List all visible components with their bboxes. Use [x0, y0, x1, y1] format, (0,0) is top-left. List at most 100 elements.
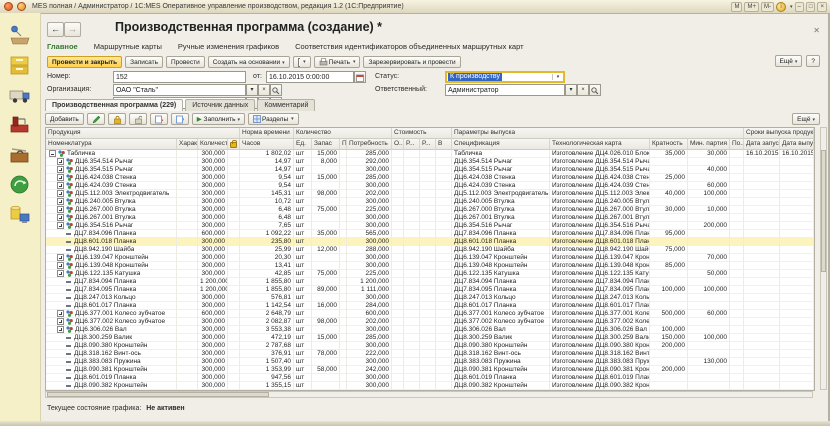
cell-characteristic[interactable] — [177, 294, 198, 302]
cell-hours[interactable]: 472,19 — [240, 334, 294, 342]
cell-hours[interactable]: 20,30 — [240, 254, 294, 262]
cell-p[interactable] — [340, 270, 347, 278]
cell-tech-card[interactable]: Изготовление ДЦ8.601.017 Планка — [550, 302, 650, 310]
grid-row[interactable]: ДЦ6.139.048 Кронштейн300,00013,41шт300,0… — [46, 262, 814, 270]
cell-unit[interactable]: шт — [294, 350, 312, 358]
cell-lock[interactable] — [228, 270, 240, 278]
cell-min-batch[interactable] — [688, 374, 730, 382]
cell-characteristic[interactable] — [177, 198, 198, 206]
cell-unit[interactable]: шт — [294, 342, 312, 350]
cell-tech-card[interactable]: Изготовление ДЦ8.090.382 Кронштейн — [550, 382, 650, 390]
cell-min-batch[interactable] — [688, 230, 730, 238]
cell-v[interactable] — [436, 310, 452, 318]
cell-characteristic[interactable] — [177, 302, 198, 310]
cell-min-batch[interactable] — [688, 294, 730, 302]
cell-unit[interactable]: шт — [294, 318, 312, 326]
cell-unit[interactable]: шт — [294, 358, 312, 366]
cell-lock[interactable] — [228, 214, 240, 222]
lock-row-button[interactable] — [108, 113, 126, 125]
cell-multiplicity[interactable]: 500,000 — [650, 310, 688, 318]
cell-lock[interactable] — [228, 358, 240, 366]
cell-r2[interactable] — [420, 246, 436, 254]
cell-tech-card[interactable]: Изготовление ДЦ8.090.381 Кронштейн — [550, 366, 650, 374]
cell-o[interactable] — [392, 198, 404, 206]
cell-unit[interactable]: шт — [294, 222, 312, 230]
cell-unit[interactable]: шт — [294, 278, 312, 286]
cell-multiplicity[interactable] — [650, 382, 688, 390]
cell-characteristic[interactable] — [177, 158, 198, 166]
cell-specification[interactable]: ДЦ6.267.000 Втулка — [452, 206, 550, 214]
cell-tech-card[interactable]: Изготовление ДЦ6.354.516 Рычаг — [550, 222, 650, 230]
move-row-up-button[interactable] — [150, 113, 168, 125]
cell-release-date[interactable] — [780, 382, 814, 390]
cell-nomenclature[interactable]: ДЦ5.112.003 Электродвигатель — [46, 190, 177, 198]
nomenclature-name[interactable]: ДЦ5.112.003 Электродвигатель — [75, 190, 169, 197]
cell-unit[interactable]: шт — [294, 294, 312, 302]
cell-multiplicity[interactable] — [650, 318, 688, 326]
nomenclature-name[interactable]: ДЦ6.267.001 Втулка — [75, 214, 136, 221]
tree-collapse-icon[interactable] — [49, 150, 56, 157]
cell-hours[interactable]: 10,72 — [240, 198, 294, 206]
cell-lock[interactable] — [228, 374, 240, 382]
status-combobox[interactable]: К производству ▾ — [445, 71, 565, 83]
cell-multiplicity[interactable]: 100,000 — [650, 286, 688, 294]
vertical-scroll-thumb[interactable] — [821, 150, 826, 272]
tree-expand-icon[interactable] — [57, 214, 64, 221]
tab-data-source[interactable]: Источник данных — [185, 99, 255, 111]
cell-o[interactable] — [392, 222, 404, 230]
cell-need[interactable]: 225,000 — [347, 206, 392, 214]
grid-row[interactable]: ДЦ6.354.514 Рычаг300,00014,97шт8,000292,… — [46, 158, 814, 166]
cell-r2[interactable] — [420, 190, 436, 198]
cell-launch-date[interactable] — [744, 294, 780, 302]
cell-hours[interactable]: 1 855,80 — [240, 278, 294, 286]
cell-r1[interactable] — [404, 230, 420, 238]
data-section-icon[interactable] — [8, 203, 32, 227]
cell-r2[interactable] — [420, 198, 436, 206]
cell-nomenclature[interactable]: ДЦ8.318.162 Винт-ось — [46, 350, 177, 358]
cell-hours[interactable]: 6,48 — [240, 214, 294, 222]
cell-lock[interactable] — [228, 318, 240, 326]
col-header-min-batch[interactable]: Мин. партия — [688, 139, 730, 150]
cell-v[interactable] — [436, 166, 452, 174]
cell-release-date[interactable] — [780, 278, 814, 286]
cell-r1[interactable] — [404, 310, 420, 318]
cell-need[interactable]: 300,000 — [347, 326, 392, 334]
save-button[interactable]: Записать — [125, 56, 163, 68]
grid-row[interactable]: ДЦ8.942.190 Шайба300,00025,99шт12,000288… — [46, 246, 814, 254]
cell-unit[interactable]: шт — [294, 214, 312, 222]
cell-po[interactable] — [730, 270, 744, 278]
cell-po[interactable] — [730, 358, 744, 366]
nomenclature-name[interactable]: ДЦ6.377.001 Колесо зубчатое — [75, 310, 165, 317]
grid-row[interactable]: ДЦ6.139.047 Кронштейн300,00020,30шт300,0… — [46, 254, 814, 262]
cell-stock[interactable] — [312, 382, 340, 390]
cell-hours[interactable]: 25,99 — [240, 246, 294, 254]
cell-need[interactable]: 600,000 — [347, 310, 392, 318]
tab-main[interactable]: Главное — [47, 42, 78, 51]
cell-v[interactable] — [436, 238, 452, 246]
cell-release-date[interactable] — [780, 222, 814, 230]
nomenclature-name[interactable]: ДЦ8.247.013 Кольцо — [74, 294, 136, 301]
cell-characteristic[interactable] — [177, 206, 198, 214]
cell-stock[interactable] — [312, 198, 340, 206]
clear-icon[interactable]: × — [577, 84, 589, 96]
cell-tech-card[interactable]: Изготовление ДЦ6.424.039 Стенка — [550, 182, 650, 190]
nomenclature-name[interactable]: ДЦ6.240.005 Втулка — [75, 198, 136, 205]
cell-launch-date[interactable] — [744, 374, 780, 382]
cell-p[interactable] — [340, 342, 347, 350]
cell-hours[interactable]: 14,97 — [240, 158, 294, 166]
tree-expand-icon[interactable] — [57, 326, 64, 333]
cell-r2[interactable] — [420, 166, 436, 174]
cell-quantity[interactable]: 300,000 — [198, 214, 228, 222]
cell-nomenclature[interactable]: ДЦ8.090.382 Кронштейн — [46, 382, 177, 390]
cell-hours[interactable]: 1 142,54 — [240, 302, 294, 310]
cell-v[interactable] — [436, 190, 452, 198]
cell-characteristic[interactable] — [177, 214, 198, 222]
cell-characteristic[interactable] — [177, 278, 198, 286]
cell-min-batch[interactable] — [688, 158, 730, 166]
chevron-down-icon[interactable]: ▾ — [552, 74, 563, 80]
cell-launch-date[interactable] — [744, 278, 780, 286]
cell-po[interactable] — [730, 190, 744, 198]
nomenclature-name[interactable]: ДЦ6.354.515 Рычаг — [75, 166, 133, 173]
cell-nomenclature[interactable]: ДЦ6.424.038 Стенка — [46, 174, 177, 182]
cell-quantity[interactable]: 300,000 — [198, 166, 228, 174]
